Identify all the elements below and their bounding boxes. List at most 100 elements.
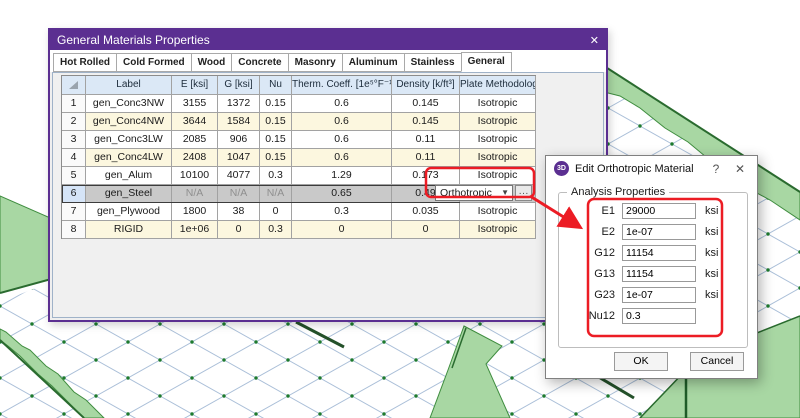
col-header-label[interactable]: Label (86, 76, 172, 95)
table-row[interactable]: 7 gen_Plywood 1800 38 0 0.3 0.035 Isotro… (62, 203, 536, 221)
cell-plate[interactable]: Isotropic (460, 131, 536, 149)
cell-e[interactable]: 3644 (172, 113, 218, 131)
cell-g[interactable]: 0 (218, 221, 260, 239)
row-number[interactable]: 2 (62, 113, 86, 131)
cell-therm[interactable]: 0.65 (292, 185, 392, 203)
cell-density[interactable]: 0.145 (392, 95, 460, 113)
row-number[interactable]: 1 (62, 95, 86, 113)
g12-input[interactable] (622, 245, 696, 261)
row-number[interactable]: 6 (62, 185, 86, 203)
cell-nu[interactable]: 0.15 (260, 113, 292, 131)
cell-density[interactable]: 0 (392, 221, 460, 239)
col-header-e[interactable]: E [ksi] (172, 76, 218, 95)
table-row[interactable]: 3 gen_Conc3LW 2085 906 0.15 0.6 0.11 Iso… (62, 131, 536, 149)
cell-density[interactable]: 0.145 (392, 113, 460, 131)
tab-hot-rolled[interactable]: Hot Rolled (53, 53, 117, 72)
cell-density[interactable]: 0.173 (392, 167, 460, 185)
more-options-button[interactable]: … (515, 185, 532, 201)
tab-stainless[interactable]: Stainless (404, 53, 462, 72)
row-number[interactable]: 3 (62, 131, 86, 149)
cell-therm[interactable]: 0.3 (292, 203, 392, 221)
cell-e[interactable]: 1e+06 (172, 221, 218, 239)
e1-input[interactable] (622, 203, 696, 219)
edit-dialog-titlebar[interactable]: 3D Edit Orthotropic Material ? ✕ (546, 156, 757, 181)
tab-aluminum[interactable]: Aluminum (342, 53, 405, 72)
col-header-g[interactable]: G [ksi] (218, 76, 260, 95)
cell-plate[interactable]: Isotropic (460, 203, 536, 221)
col-header-plate[interactable]: Plate Methodology (460, 76, 536, 95)
cell-label[interactable]: gen_Steel (86, 185, 172, 203)
cell-e[interactable]: N/A (172, 185, 218, 203)
cell-e[interactable]: 10100 (172, 167, 218, 185)
cell-nu[interactable]: 0.15 (260, 95, 292, 113)
cell-nu[interactable]: 0.3 (260, 221, 292, 239)
cell-label[interactable]: gen_Conc3LW (86, 131, 172, 149)
tab-masonry[interactable]: Masonry (288, 53, 343, 72)
cell-plate[interactable]: Isotropic (460, 95, 536, 113)
cell-label[interactable]: gen_Conc4LW (86, 149, 172, 167)
tab-general[interactable]: General (461, 52, 512, 72)
cell-g[interactable]: 4077 (218, 167, 260, 185)
row-number[interactable]: 4 (62, 149, 86, 167)
cell-density[interactable]: 0.035 (392, 203, 460, 221)
col-header-density[interactable]: Density [k/ft³] (392, 76, 460, 95)
cell-nu[interactable]: N/A (260, 185, 292, 203)
cell-nu[interactable]: 0.3 (260, 167, 292, 185)
cell-density[interactable]: 0.11 (392, 149, 460, 167)
cell-plate[interactable]: Isotropic (460, 221, 536, 239)
col-header-therm[interactable]: Therm. Coeff. [1e⁵°F⁻¹] (292, 76, 392, 95)
cell-label[interactable]: gen_Conc4NW (86, 113, 172, 131)
cell-therm[interactable]: 0.6 (292, 95, 392, 113)
g13-input[interactable] (622, 266, 696, 282)
e2-input[interactable] (622, 224, 696, 240)
table-row[interactable]: 4 gen_Conc4LW 2408 1047 0.15 0.6 0.11 Is… (62, 149, 536, 167)
cell-nu[interactable]: 0.15 (260, 131, 292, 149)
select-all-corner-cell[interactable] (62, 76, 86, 95)
table-row[interactable]: 2 gen_Conc4NW 3644 1584 0.15 0.6 0.145 I… (62, 113, 536, 131)
cell-therm[interactable]: 0.6 (292, 149, 392, 167)
cell-g[interactable]: 906 (218, 131, 260, 149)
cell-therm[interactable]: 0 (292, 221, 392, 239)
table-row-selected[interactable]: 6 gen_Steel N/A N/A N/A 0.65 0.49 Orthot… (62, 185, 536, 203)
cell-label[interactable]: gen_Conc3NW (86, 95, 172, 113)
cell-plate[interactable]: Isotropic (460, 113, 536, 131)
close-icon[interactable]: ✕ (590, 34, 599, 47)
row-number[interactable]: 8 (62, 221, 86, 239)
row-number[interactable]: 7 (62, 203, 86, 221)
ok-button[interactable]: OK (614, 352, 668, 371)
materials-window-titlebar[interactable]: General Materials Properties ✕ (50, 30, 606, 50)
cell-label[interactable]: gen_Plywood (86, 203, 172, 221)
cell-g[interactable]: 1372 (218, 95, 260, 113)
cell-label[interactable]: gen_Alum (86, 167, 172, 185)
cell-plate[interactable]: Isotropic (460, 149, 536, 167)
table-row[interactable]: 5 gen_Alum 10100 4077 0.3 1.29 0.173 Iso… (62, 167, 536, 185)
cell-density[interactable]: 0.11 (392, 131, 460, 149)
cell-label[interactable]: RIGID (86, 221, 172, 239)
cell-g[interactable]: 1047 (218, 149, 260, 167)
cell-nu[interactable]: 0 (260, 203, 292, 221)
row-number[interactable]: 5 (62, 167, 86, 185)
cell-plate[interactable]: Isotropic (460, 167, 536, 185)
help-icon[interactable]: ? (707, 162, 725, 176)
g23-input[interactable] (622, 287, 696, 303)
table-row[interactable]: 1 gen_Conc3NW 3155 1372 0.15 0.6 0.145 I… (62, 95, 536, 113)
cell-g[interactable]: 38 (218, 203, 260, 221)
tab-wood[interactable]: Wood (191, 53, 233, 72)
plate-methodology-dropdown[interactable]: Orthotropic ▼ (435, 185, 513, 201)
cancel-button[interactable]: Cancel (690, 352, 744, 371)
cell-nu[interactable]: 0.15 (260, 149, 292, 167)
cell-e[interactable]: 2085 (172, 131, 218, 149)
col-header-nu[interactable]: Nu (260, 76, 292, 95)
cell-g[interactable]: N/A (218, 185, 260, 203)
tab-concrete[interactable]: Concrete (231, 53, 288, 72)
table-row[interactable]: 8 RIGID 1e+06 0 0.3 0 0 Isotropic (62, 221, 536, 239)
close-icon[interactable]: ✕ (731, 162, 749, 176)
nu12-input[interactable] (622, 308, 696, 324)
cell-therm[interactable]: 0.6 (292, 131, 392, 149)
cell-e[interactable]: 2408 (172, 149, 218, 167)
cell-therm[interactable]: 1.29 (292, 167, 392, 185)
cell-g[interactable]: 1584 (218, 113, 260, 131)
tab-cold-formed[interactable]: Cold Formed (116, 53, 192, 72)
cell-e[interactable]: 3155 (172, 95, 218, 113)
cell-e[interactable]: 1800 (172, 203, 218, 221)
